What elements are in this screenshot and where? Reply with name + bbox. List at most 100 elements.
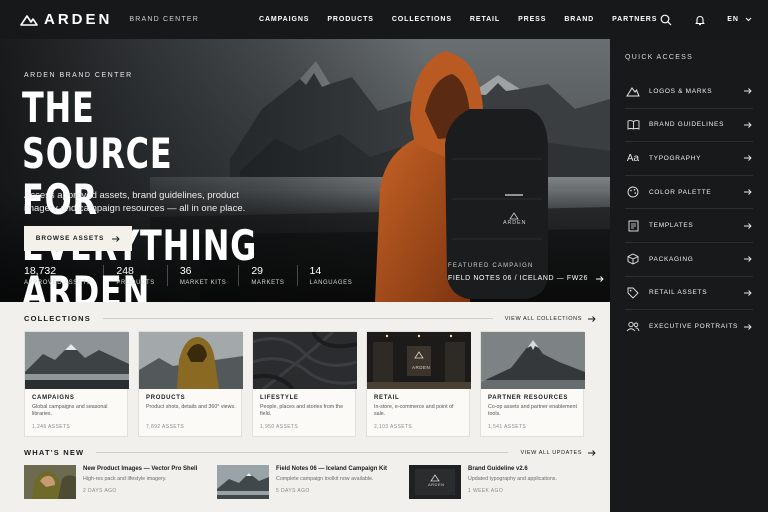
card-image — [139, 332, 243, 389]
card-count: 1,950 ASSETS — [260, 424, 299, 430]
update-thumbnail — [217, 465, 269, 499]
quick-item-label: RETAIL ASSETS — [649, 289, 708, 297]
collection-card-partner-resources[interactable]: PARTNER RESOURCES Co-op assets and partn… — [480, 331, 585, 437]
quick-access-title: QUICK ACCESS — [625, 54, 694, 61]
stat-markets: 29 MARKETS — [251, 265, 298, 286]
arrow-right-icon — [744, 189, 752, 195]
tag-icon — [625, 285, 641, 301]
card-image — [367, 332, 471, 389]
card-description: Product shots, details and 360° views. — [146, 404, 236, 410]
update-item[interactable]: New Product Images — Vector Pro Shell Hi… — [24, 465, 197, 501]
bell-icon[interactable] — [693, 13, 707, 27]
language-label: EN — [727, 16, 739, 23]
top-actions: EN — [659, 0, 752, 39]
nav-item-campaigns[interactable]: CAMPAIGNS — [259, 16, 309, 23]
stat-products: 248 PRODUCTS — [116, 265, 168, 286]
nav-item-products[interactable]: PRODUCTS — [327, 16, 373, 23]
hero-eyebrow: ARDEN BRAND CENTER — [24, 72, 133, 79]
divider — [102, 318, 493, 319]
update-description: Updated typography and applications. — [468, 476, 557, 482]
view-all-label: VIEW ALL UPDATES — [520, 449, 582, 456]
quick-item-color-palette[interactable]: COLOR PALETTE — [625, 176, 753, 210]
update-item[interactable]: Field Notes 06 — Iceland Campaign Kit Co… — [217, 465, 387, 501]
whats-new-title: WHAT'S NEW — [24, 448, 85, 457]
language-selector[interactable]: EN — [727, 16, 752, 23]
featured-campaign[interactable]: FEATURED CAMPAIGN FIELD NOTES 06 / ICELA… — [448, 263, 604, 282]
card-count: 1,246 ASSETS — [32, 424, 71, 430]
collection-card-products[interactable]: PRODUCTS Product shots, details and 360°… — [138, 331, 243, 437]
card-count: 7,892 ASSETS — [146, 424, 185, 430]
nav-item-retail[interactable]: RETAIL — [470, 16, 500, 23]
card-image — [253, 332, 357, 389]
browse-assets-label: BROWSE ASSETS — [35, 235, 105, 242]
view-all-updates-link[interactable]: VIEW ALL UPDATES — [520, 450, 596, 456]
update-item[interactable]: ARDEN Brand Guideline v2.6 Updated typog… — [409, 465, 557, 501]
card-description: Global campaigns and seasonal libraries. — [32, 404, 108, 417]
update-time: 2 DAYS AGO — [83, 488, 117, 494]
stat-value: 36 — [179, 265, 192, 277]
card-description: People, places and stories from the fiel… — [260, 404, 344, 417]
update-time: 5 DAYS AGO — [276, 488, 310, 494]
update-title: New Product Images — Vector Pro Shell — [83, 466, 198, 472]
arrow-right-icon — [744, 290, 752, 296]
arrow-right-icon — [744, 122, 752, 128]
update-description: Complete campaign toolkit now available. — [276, 476, 374, 482]
quick-item-label: TYPOGRAPHY — [649, 154, 702, 162]
stat-label: LANGUAGES — [309, 280, 353, 286]
stat-label: APPROVED ASSETS — [24, 280, 92, 286]
update-time: 1 WEEK AGO — [468, 488, 504, 494]
card-title: RETAIL — [374, 395, 400, 401]
collection-card-campaigns[interactable]: CAMPAIGNS Global campaigns and seasonal … — [24, 331, 129, 437]
nav-item-collections[interactable]: COLLECTIONS — [392, 16, 452, 23]
card-count: 2,103 ASSETS — [374, 424, 413, 430]
stat-value: 248 — [116, 265, 134, 277]
stat-value: 18,732 — [24, 265, 57, 277]
mountain-logo-icon — [20, 14, 38, 26]
view-all-collections-link[interactable]: VIEW ALL COLLECTIONS — [505, 316, 596, 322]
nav-item-partners[interactable]: PARTNERS — [612, 16, 657, 23]
quick-item-label: LOGOS & MARKS — [649, 87, 713, 95]
whats-new-header: WHAT'S NEW VIEW ALL UPDATES — [24, 448, 596, 457]
people-icon — [625, 319, 641, 335]
store-sign: ARDEN — [412, 365, 431, 370]
quick-item-typography[interactable]: Aa TYPOGRAPHY — [625, 142, 753, 176]
whats-new-list: New Product Images — Vector Pro Shell Hi… — [24, 465, 596, 501]
hero-description: Access approved assets, brand guidelines… — [24, 190, 246, 214]
quick-item-retail-assets[interactable]: RETAIL ASSETS — [625, 277, 753, 311]
quick-item-brand-guidelines[interactable]: BRAND GUIDELINES — [625, 109, 753, 143]
collection-card-retail[interactable]: ARDEN RETAIL In-store, e-commerce and po… — [366, 331, 471, 437]
stat-market-kits: 36 MARKET KITS — [180, 265, 240, 286]
quick-item-templates[interactable]: TEMPLATES — [625, 209, 753, 243]
quick-item-logos-marks[interactable]: LOGOS & MARKS — [625, 75, 753, 109]
search-icon[interactable] — [659, 13, 673, 27]
brand-logo[interactable]: ARDEN — [20, 11, 112, 28]
arrow-right-icon — [744, 222, 752, 229]
quick-item-packaging[interactable]: PACKAGING — [625, 243, 753, 277]
collection-card-lifestyle[interactable]: LIFESTYLE People, places and stories fro… — [252, 331, 357, 437]
arrow-right-icon — [588, 315, 596, 322]
browse-assets-button[interactable]: BROWSE ASSETS — [24, 226, 132, 251]
featured-eyebrow: FEATURED CAMPAIGN — [448, 263, 534, 269]
update-title: Field Notes 06 — Iceland Campaign Kit — [276, 466, 388, 472]
card-description: In-store, e-commerce and point of sale. — [374, 404, 454, 417]
quick-item-label: EXECUTIVE PORTRAITS — [649, 323, 739, 331]
nav-item-brand[interactable]: BRAND — [564, 16, 594, 23]
quick-item-executive-portraits[interactable]: EXECUTIVE PORTRAITS — [625, 310, 753, 344]
arrow-right-icon — [112, 235, 120, 242]
quick-access-panel: QUICK ACCESS LOGOS & MARKS BRAND GUIDELI… — [610, 39, 768, 512]
nav-item-press[interactable]: PRESS — [518, 16, 546, 23]
thumbnail-logo: ARDEN — [428, 482, 445, 487]
collections-title: COLLECTIONS — [24, 314, 91, 323]
quick-item-label: TEMPLATES — [649, 222, 694, 230]
hero-banner: ARDEN ARDEN BRAND CENTER THE SOURCE FOR … — [0, 39, 610, 302]
hero-stats: 18,732 APPROVED ASSETS 248 PRODUCTS 36 M… — [24, 265, 376, 286]
arrow-right-icon — [595, 275, 604, 282]
quick-item-label: PACKAGING — [649, 255, 694, 263]
card-title: CAMPAIGNS — [32, 395, 75, 401]
view-all-label: VIEW ALL COLLECTIONS — [504, 315, 582, 322]
book-icon — [625, 117, 641, 133]
divider — [96, 452, 509, 453]
collections-header: COLLECTIONS VIEW ALL COLLECTIONS — [24, 314, 596, 323]
brand-center-label: BRAND CENTER — [129, 16, 199, 23]
quick-access-list: LOGOS & MARKS BRAND GUIDELINES Aa TYPOGR… — [625, 75, 753, 344]
